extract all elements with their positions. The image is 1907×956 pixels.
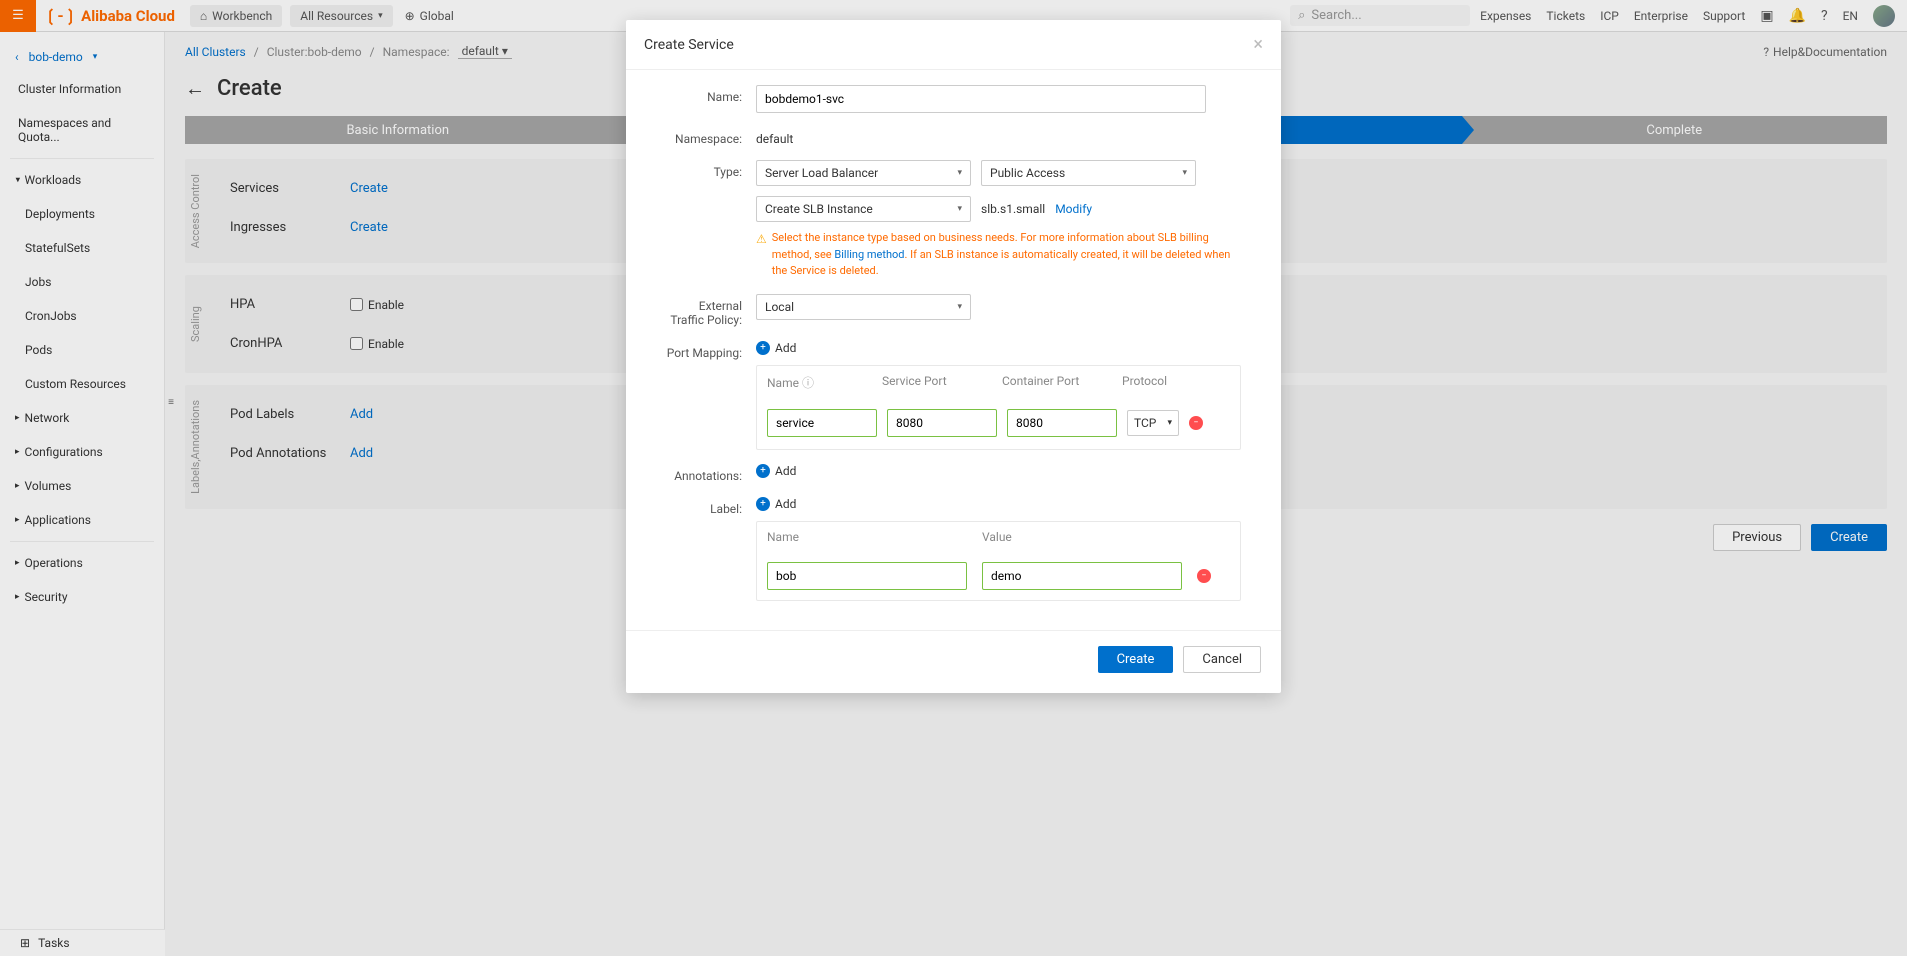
add-label[interactable]: + Add xyxy=(756,497,1241,511)
slb-spec: slb.s1.small xyxy=(981,202,1045,216)
add-port-mapping[interactable]: + Add xyxy=(756,341,1241,355)
chevron-down-icon: ▾ xyxy=(957,204,962,214)
remove-label-icon[interactable]: − xyxy=(1197,569,1211,583)
col-container-port: Container Port xyxy=(1002,374,1122,391)
service-port-input[interactable] xyxy=(887,409,997,437)
modal-title: Create Service xyxy=(644,37,734,53)
chevron-down-icon: ▾ xyxy=(957,302,962,312)
label-value-input[interactable] xyxy=(982,562,1182,590)
info-icon[interactable]: ⓘ xyxy=(802,376,814,390)
modal-create-button[interactable]: Create xyxy=(1098,646,1174,673)
port-mapping-row: TCP▾ − xyxy=(757,399,1240,449)
chevron-down-icon: ▾ xyxy=(1167,418,1172,428)
col-service-port: Service Port xyxy=(882,374,1002,391)
label-name: Name: xyxy=(666,85,756,104)
type-select[interactable]: Server Load Balancer▾ xyxy=(756,160,971,186)
col-protocol: Protocol xyxy=(1122,374,1182,391)
billing-link[interactable]: Billing method xyxy=(834,248,904,261)
protocol-select[interactable]: TCP▾ xyxy=(1127,410,1179,436)
plus-icon: + xyxy=(756,341,770,355)
port-mapping-table: Name ⓘ Service Port Container Port Proto… xyxy=(756,365,1241,450)
ext-traffic-select[interactable]: Local▾ xyxy=(756,294,971,320)
label-name-input[interactable] xyxy=(767,562,967,590)
plus-icon: + xyxy=(756,464,770,478)
label-table: Name Value − xyxy=(756,521,1241,601)
chevron-down-icon: ▾ xyxy=(1182,168,1187,178)
access-select[interactable]: Public Access▾ xyxy=(981,160,1196,186)
container-port-input[interactable] xyxy=(1007,409,1117,437)
label-ext-traffic: External Traffic Policy: xyxy=(666,294,756,327)
name-input[interactable] xyxy=(756,85,1206,113)
label-port-mapping: Port Mapping: xyxy=(666,341,756,360)
label-row: − xyxy=(757,552,1240,600)
warning-icon: ⚠ xyxy=(756,230,767,280)
col-label-name: Name xyxy=(767,530,982,544)
remove-port-icon[interactable]: − xyxy=(1189,416,1203,430)
modal-cancel-button[interactable]: Cancel xyxy=(1183,646,1261,673)
plus-icon: + xyxy=(756,497,770,511)
label-label: Label: xyxy=(666,497,756,516)
add-annotation[interactable]: + Add xyxy=(756,464,1241,478)
label-type: Type: xyxy=(666,160,756,179)
slb-modify-link[interactable]: Modify xyxy=(1055,202,1092,216)
label-annotations: Annotations: xyxy=(666,464,756,483)
col-label-value: Value xyxy=(982,530,1012,544)
namespace-value: default xyxy=(756,132,793,146)
label-namespace: Namespace: xyxy=(666,127,756,146)
port-name-input[interactable] xyxy=(767,409,877,437)
chevron-down-icon: ▾ xyxy=(957,168,962,178)
close-icon[interactable]: × xyxy=(1253,34,1263,55)
slb-warning: ⚠ Select the instance type based on busi… xyxy=(756,230,1241,280)
create-service-modal: Create Service × Name: Namespace: defaul… xyxy=(626,20,1281,693)
slb-action-select[interactable]: Create SLB Instance▾ xyxy=(756,196,971,222)
modal-backdrop: Create Service × Name: Namespace: defaul… xyxy=(0,0,1907,956)
col-name: Name xyxy=(767,376,799,390)
